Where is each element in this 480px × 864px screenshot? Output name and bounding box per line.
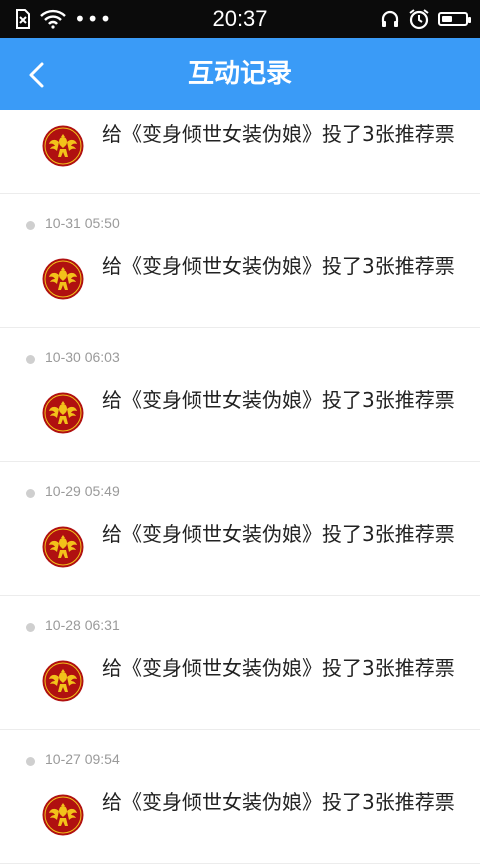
app-header: 互动记录 <box>0 38 480 110</box>
list-item-timestamp-row: 10-29 05:49 <box>0 462 480 528</box>
list-item-timestamp: 10-29 05:49 <box>45 483 120 499</box>
page-title: 互动记录 <box>187 59 292 89</box>
list-item[interactable]: 10-28 06:31 给《变身倾世女装伪娘》投了3张推荐票 <box>0 596 480 730</box>
list-item-timestamp-row: 10-28 06:31 <box>0 596 480 662</box>
status-bar: ••• 20:37 <box>0 0 480 38</box>
avatar-icon <box>42 125 84 167</box>
avatar-icon <box>42 392 84 434</box>
list-item-message: 给《变身倾世女装伪娘》投了3张推荐票 <box>102 388 455 412</box>
list-item[interactable]: 10-27 09:54 给《变身倾世女装伪娘》投了3张推荐票 <box>0 730 480 864</box>
list-item-timestamp: 10-28 06:31 <box>45 617 120 633</box>
list-item-message: 给《变身倾世女装伪娘》投了3张推荐票 <box>102 254 455 278</box>
avatar-icon <box>42 794 84 836</box>
list-item-timestamp: 10-27 09:54 <box>45 751 120 767</box>
battery-icon <box>438 12 471 26</box>
avatar-icon <box>42 660 84 702</box>
list-item-timestamp: 10-31 05:50 <box>45 215 120 231</box>
timeline-dot <box>26 489 35 498</box>
list-item-message: 给《变身倾世女装伪娘》投了3张推荐票 <box>102 790 455 814</box>
headphones-icon <box>381 10 399 27</box>
list-item-message: 给《变身倾世女装伪娘》投了3张推荐票 <box>102 122 455 146</box>
timeline-dot <box>26 623 35 632</box>
list-item-timestamp-row: 10-27 09:54 <box>0 730 480 796</box>
chevron-left-icon <box>29 62 44 88</box>
list-item[interactable]: 给《变身倾世女装伪娘》投了3张推荐票 <box>0 110 480 194</box>
alarm-icon <box>409 9 429 30</box>
battery-level <box>442 16 452 22</box>
interaction-list: 给《变身倾世女装伪娘》投了3张推荐票 10-31 05:50 给《变身倾世女装伪… <box>0 110 480 864</box>
list-item-timestamp-row: 10-31 05:50 <box>0 194 480 260</box>
timeline-dot <box>26 757 35 766</box>
timeline-dot <box>26 221 35 230</box>
avatar-icon <box>42 258 84 300</box>
list-item-timestamp-row: 10-30 06:03 <box>0 328 480 394</box>
timeline-dot <box>26 355 35 364</box>
list-item-timestamp: 10-30 06:03 <box>45 349 120 365</box>
list-item[interactable]: 10-31 05:50 给《变身倾世女装伪娘》投了3张推荐票 <box>0 194 480 328</box>
list-item[interactable]: 10-30 06:03 给《变身倾世女装伪娘》投了3张推荐票 <box>0 328 480 462</box>
status-bar-right <box>380 0 471 38</box>
list-item-message: 给《变身倾世女装伪娘》投了3张推荐票 <box>102 522 455 546</box>
list-item-message: 给《变身倾世女装伪娘》投了3张推荐票 <box>102 656 455 680</box>
list-item[interactable]: 10-29 05:49 给《变身倾世女装伪娘》投了3张推荐票 <box>0 462 480 596</box>
avatar-icon <box>42 526 84 568</box>
back-button[interactable] <box>16 52 60 96</box>
